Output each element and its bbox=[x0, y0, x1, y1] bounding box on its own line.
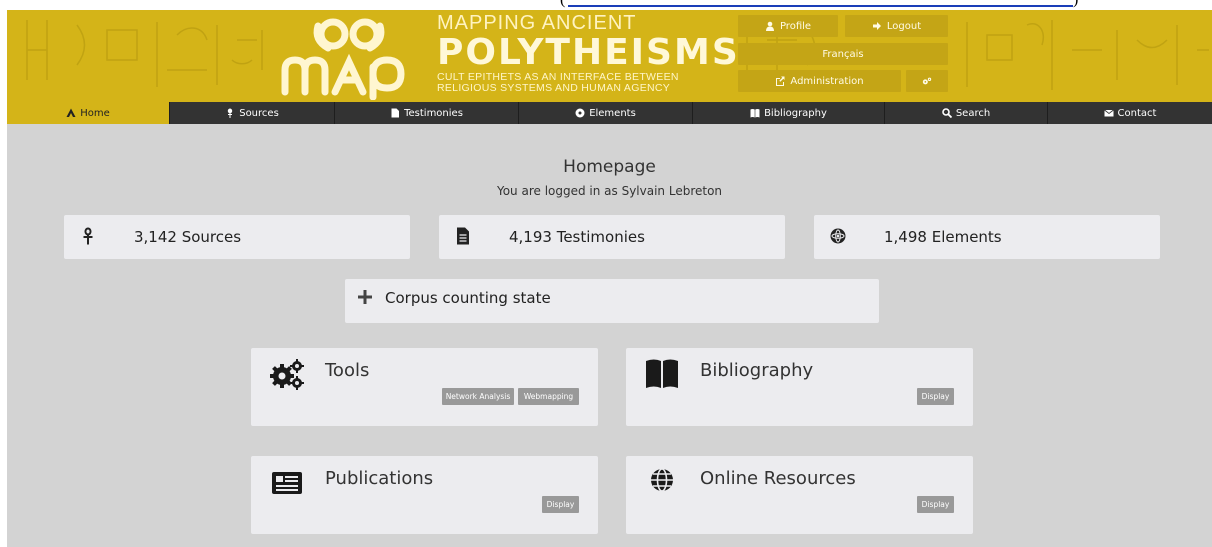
logout-button[interactable]: Logout bbox=[845, 15, 948, 37]
corpus-counting-card[interactable]: Corpus counting state bbox=[345, 279, 879, 323]
sources-stat-card[interactable]: 3,142 Sources bbox=[64, 215, 410, 259]
bibliography-title: Bibliography bbox=[700, 360, 814, 381]
nav-sources-label: Sources bbox=[239, 107, 279, 119]
brand-line-4: RELIGIOUS SYSTEMS AND HUMAN AGENCY bbox=[437, 82, 671, 94]
nav-search-label: Search bbox=[955, 107, 991, 119]
map-logo bbox=[281, 18, 405, 100]
nav-bibliography[interactable]: Bibliography bbox=[693, 102, 885, 124]
publications-display-button[interactable]: Display bbox=[542, 496, 579, 513]
newspaper-icon bbox=[272, 472, 302, 494]
nav-home-label: Home bbox=[80, 107, 110, 119]
online-resources-title: Online Resources bbox=[700, 468, 856, 489]
ankh-icon bbox=[228, 108, 233, 118]
language-label: Français bbox=[822, 48, 864, 60]
logout-icon bbox=[872, 22, 881, 30]
profile-label: Profile bbox=[779, 20, 812, 32]
nav-bibliography-label: Bibliography bbox=[764, 107, 827, 119]
settings-button[interactable] bbox=[906, 70, 948, 92]
nav-home[interactable]: Home bbox=[7, 102, 170, 124]
page-title: Homepage bbox=[563, 157, 656, 177]
book-open-icon bbox=[646, 359, 678, 388]
search-icon bbox=[942, 108, 952, 118]
testimonies-stat-card[interactable]: 4,193 Testimonies bbox=[439, 215, 785, 259]
nav-contact[interactable]: Contact bbox=[1048, 102, 1212, 124]
publications-title: Publications bbox=[325, 468, 434, 489]
brand-line-2: POLYTHEISMS bbox=[437, 32, 740, 73]
envelope-icon bbox=[1103, 109, 1114, 117]
gears-icon bbox=[270, 359, 304, 390]
profile-button[interactable]: Profile bbox=[738, 15, 838, 37]
publications-card: Publications Display bbox=[251, 456, 598, 534]
bibliography-card: Bibliography Display bbox=[626, 348, 973, 426]
online-resources-display-button[interactable]: Display bbox=[917, 496, 954, 513]
bibliography-display-button[interactable]: Display bbox=[917, 388, 954, 405]
webmapping-button[interactable]: Webmapping bbox=[518, 388, 579, 405]
user-icon bbox=[765, 21, 774, 31]
sources-count: 3,142 Sources bbox=[134, 228, 242, 246]
corpus-counting-label: Corpus counting state bbox=[385, 289, 551, 307]
book-icon bbox=[750, 109, 760, 118]
nav-elements[interactable]: Elements bbox=[519, 102, 693, 124]
main-nav: Home Sources Testimonies Elements Biblio… bbox=[7, 102, 1212, 124]
plus-icon bbox=[358, 290, 372, 304]
elements-stat-card[interactable]: 1,498 Elements bbox=[814, 215, 1160, 259]
ankh-icon bbox=[83, 227, 93, 245]
testimonies-count: 4,193 Testimonies bbox=[509, 228, 645, 246]
gears-icon bbox=[922, 77, 932, 85]
administration-label: Administration bbox=[790, 75, 864, 87]
top-link-fragment: ( ) bbox=[560, 0, 1080, 8]
globe-icon bbox=[651, 468, 673, 492]
atom-icon bbox=[575, 108, 585, 118]
site-header: MAPPING ANCIENT POLYTHEISMS CULT EPITHET… bbox=[7, 10, 1212, 102]
home-icon bbox=[66, 108, 76, 117]
nav-search[interactable]: Search bbox=[885, 102, 1048, 124]
document-icon bbox=[391, 108, 400, 118]
network-analysis-button[interactable]: Network Analysis bbox=[442, 388, 514, 405]
logout-label: Logout bbox=[886, 20, 922, 32]
online-resources-card: Online Resources Display bbox=[626, 456, 973, 534]
main-content: Homepage You are logged in as Sylvain Le… bbox=[7, 124, 1212, 547]
nav-sources[interactable]: Sources bbox=[170, 102, 335, 124]
logged-in-message: You are logged in as Sylvain Lebreton bbox=[496, 184, 723, 198]
brand-line-1: MAPPING ANCIENT bbox=[437, 12, 637, 34]
administration-button[interactable]: Administration bbox=[738, 70, 901, 92]
tools-title: Tools bbox=[325, 360, 370, 381]
atom-icon bbox=[830, 228, 846, 244]
language-button[interactable]: Français bbox=[738, 43, 948, 65]
tools-card: Tools Network Analysis Webmapping bbox=[251, 348, 598, 426]
nav-testimonies-label: Testimonies bbox=[404, 107, 463, 119]
nav-elements-label: Elements bbox=[589, 107, 636, 119]
brand-text: MAPPING ANCIENT POLYTHEISMS CULT EPITHET… bbox=[437, 12, 740, 94]
document-icon bbox=[457, 227, 469, 245]
elements-count: 1,498 Elements bbox=[884, 228, 1002, 246]
nav-testimonies[interactable]: Testimonies bbox=[335, 102, 519, 124]
external-link-icon bbox=[776, 76, 785, 86]
nav-contact-label: Contact bbox=[1117, 107, 1157, 119]
